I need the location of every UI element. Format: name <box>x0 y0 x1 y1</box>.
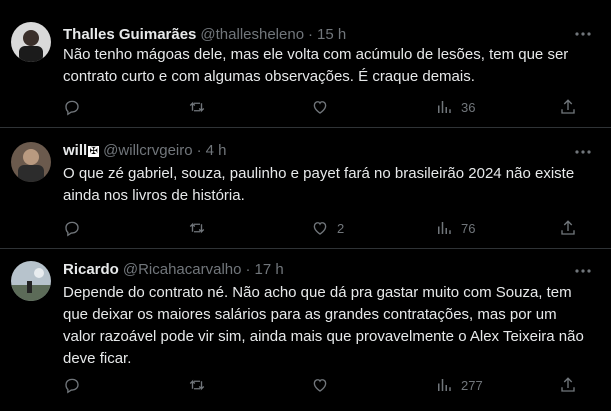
tweet-header: Thalles Guimarães @thallesheleno · 15 h <box>63 25 346 45</box>
action-bar: 277 <box>63 375 593 395</box>
tweet-header: Ricardo @Ricahacarvalho · 17 h <box>63 260 284 280</box>
retweet-button[interactable] <box>188 218 214 238</box>
reply-button[interactable] <box>63 97 89 117</box>
view-count: 76 <box>461 220 476 236</box>
timestamp[interactable]: 17 h <box>254 261 283 278</box>
avatar[interactable] <box>11 22 51 62</box>
reply-icon <box>65 378 79 394</box>
tweet-text: Não tenho mágoas dele, mas ele volta com… <box>63 46 569 85</box>
author-handle[interactable]: @willcrvgeiro <box>103 142 192 159</box>
avatar[interactable] <box>11 261 51 301</box>
tweet-2[interactable]: will ✠ @willcrvgeiro · 4 h O que zé gabriel,… <box>0 128 611 249</box>
like-button[interactable] <box>311 97 337 117</box>
heart-icon <box>313 379 327 392</box>
cross-badge-icon: ✠ <box>88 145 100 157</box>
share-button[interactable] <box>559 375 577 395</box>
tweet-3[interactable]: Ricardo @Ricahacarvalho · 17 h Depende do c… <box>0 249 611 411</box>
tweet-header: will ✠ @willcrvgeiro · 4 h <box>63 141 226 161</box>
author-name[interactable]: Ricardo <box>63 261 119 278</box>
heart-icon <box>313 101 327 114</box>
retweet-icon <box>189 101 205 113</box>
retweet-button[interactable] <box>188 97 214 117</box>
more-options-icon[interactable] <box>573 261 593 281</box>
author-name[interactable]: Thalles Guimarães <box>63 26 196 43</box>
views-button[interactable]: 36 <box>435 97 475 117</box>
separator-dot: · <box>245 261 251 278</box>
tweet-text: Depende do contrato né. Não acho que dá … <box>63 284 584 367</box>
action-bar: 36 <box>63 97 593 117</box>
avatar[interactable] <box>11 142 51 182</box>
like-button[interactable] <box>311 375 337 395</box>
reply-button[interactable] <box>63 375 89 395</box>
author-handle[interactable]: @Ricahacarvalho <box>123 261 242 278</box>
share-icon <box>561 377 575 392</box>
analytics-icon <box>438 379 451 391</box>
action-bar: 2 76 <box>63 218 593 238</box>
reply-icon <box>65 100 79 116</box>
retweet-icon <box>189 379 205 391</box>
like-button[interactable]: 2 <box>311 218 344 238</box>
share-button[interactable] <box>559 97 577 117</box>
views-button[interactable]: 76 <box>435 218 475 238</box>
analytics-icon <box>438 222 451 234</box>
view-count: 36 <box>461 99 476 115</box>
author-name[interactable]: will <box>63 142 87 159</box>
analytics-icon <box>438 101 451 113</box>
retweet-icon <box>189 222 205 234</box>
view-count: 277 <box>461 377 483 393</box>
tweet-1[interactable]: Thalles Guimarães @thallesheleno · 15 h Não… <box>0 0 611 128</box>
reply-button[interactable] <box>63 218 89 238</box>
heart-icon <box>313 222 327 235</box>
like-count: 2 <box>337 220 345 236</box>
retweet-button[interactable] <box>188 375 214 395</box>
separator-dot: · <box>196 142 202 159</box>
more-options-icon[interactable] <box>573 24 593 44</box>
more-options-icon[interactable] <box>573 142 593 162</box>
reply-icon <box>65 221 79 237</box>
timestamp[interactable]: 4 h <box>206 142 227 159</box>
share-icon <box>561 220 575 235</box>
views-button[interactable]: 277 <box>435 375 483 395</box>
share-button[interactable] <box>559 218 577 238</box>
share-icon <box>561 99 575 114</box>
author-handle[interactable]: @thallesheleno <box>200 26 304 43</box>
separator-dot: · <box>308 26 314 43</box>
tweet-text: O que zé gabriel, souza, paulinho e paye… <box>63 165 575 204</box>
timestamp[interactable]: 15 h <box>317 26 346 43</box>
